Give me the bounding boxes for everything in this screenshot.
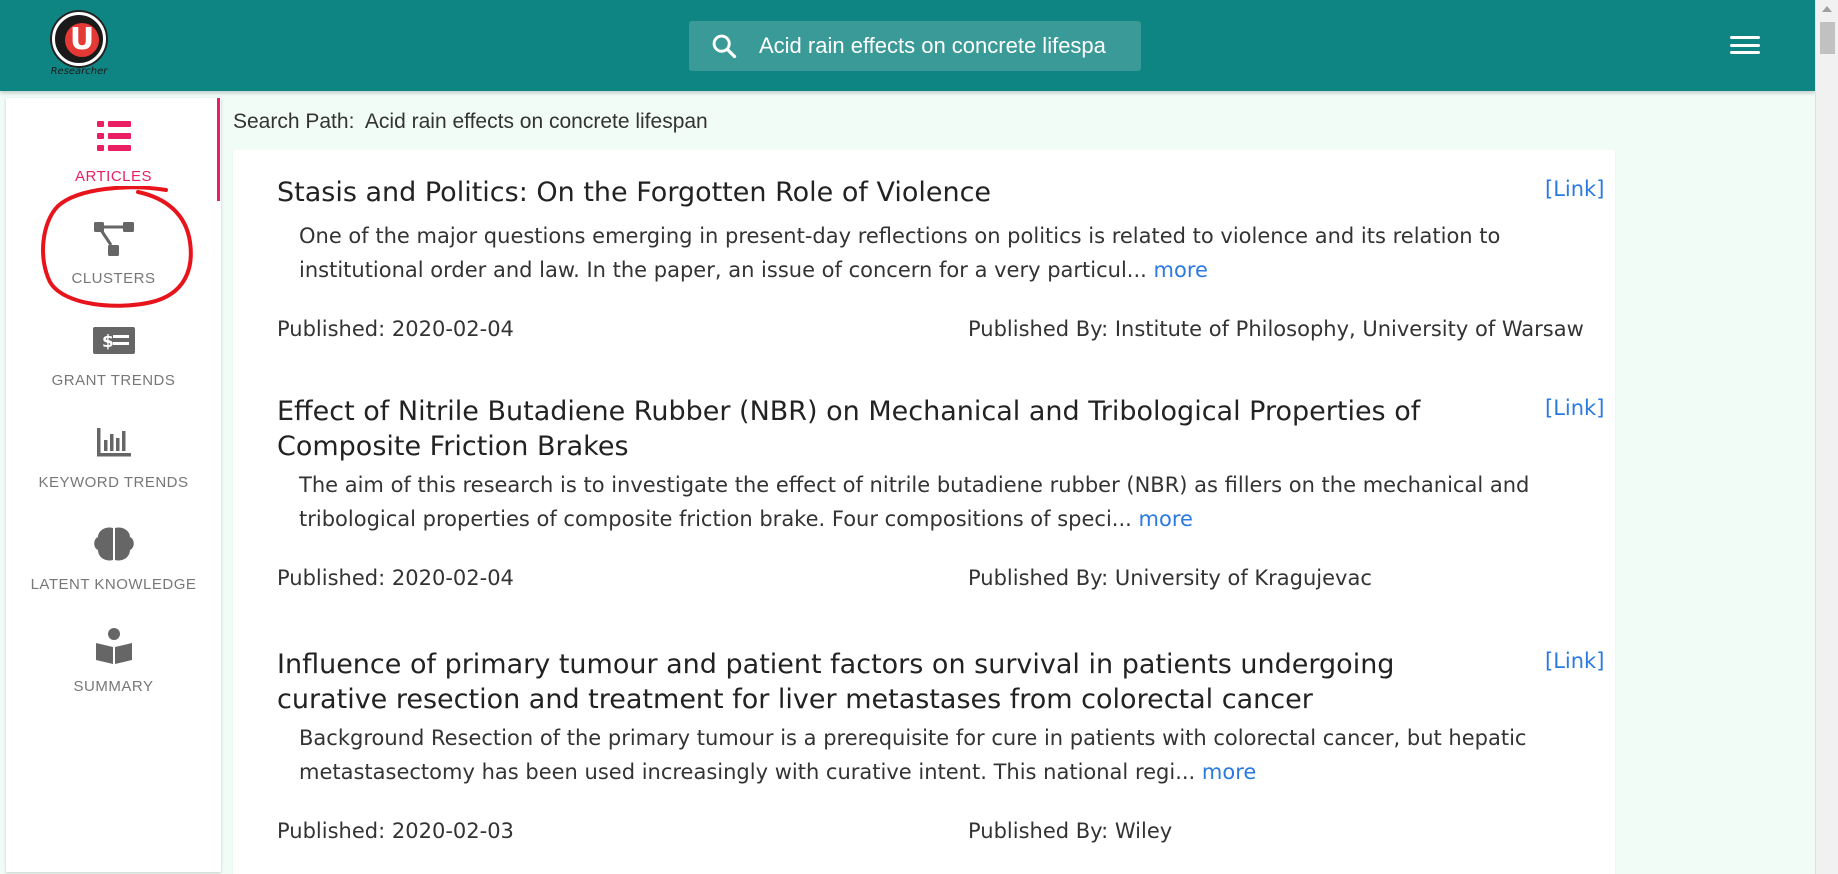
article-title[interactable]: Influence of primary tumour and patient … xyxy=(277,647,1487,717)
sidebar-item-label: SUMMARY xyxy=(73,678,154,695)
sidebar-item-grant-trends[interactable]: $ GRANT TRENDS xyxy=(6,320,221,420)
published-by-value: Wiley xyxy=(1114,819,1173,843)
sidebar-item-label: LATENT KNOWLEDGE xyxy=(30,576,197,593)
sidebar-item-label: ARTICLES xyxy=(74,168,153,185)
more-link[interactable]: more xyxy=(1139,507,1193,531)
logo-letter: U xyxy=(65,23,99,57)
published-value: 2020-02-03 xyxy=(391,819,514,843)
published-by-value: University of Kragujevac xyxy=(1114,566,1372,590)
published-by-label: Published By: xyxy=(968,819,1109,843)
search-input[interactable] xyxy=(759,21,1141,71)
sidebar-item-summary[interactable]: SUMMARY xyxy=(6,626,221,726)
logo-badge: U xyxy=(52,12,106,66)
article-external-link[interactable]: [Link] xyxy=(1545,177,1604,201)
article-external-link[interactable]: [Link] xyxy=(1545,396,1604,420)
published-by: Published By: Wiley xyxy=(968,819,1172,843)
sidebar-item-label: CLUSTERS xyxy=(71,270,156,287)
more-link[interactable]: more xyxy=(1154,258,1208,282)
published-label: Published: xyxy=(277,317,386,341)
published-by: Published By: Institute of Philosophy, U… xyxy=(968,317,1584,341)
sidebar-item-label: GRANT TRENDS xyxy=(51,372,176,389)
sidebar-item-clusters[interactable]: CLUSTERS xyxy=(6,218,221,318)
scroll-up-arrow-icon[interactable] xyxy=(1822,6,1832,12)
published-date: Published: 2020-02-03 xyxy=(277,819,514,843)
published-label: Published: xyxy=(277,566,386,590)
sidebar: ARTICLES CLUSTERS $ GRANT TRENDS KEYWORD… xyxy=(6,98,221,872)
published-by-value: Institute of Philosophy, University of W… xyxy=(1114,317,1584,341)
article-abstract: Background Resection of the primary tumo… xyxy=(299,721,1559,789)
sidebar-item-label: KEYWORD TRENDS xyxy=(38,474,189,491)
more-link[interactable]: more xyxy=(1202,760,1256,784)
search-path-label: Search Path: xyxy=(233,110,355,133)
sidebar-item-latent-knowledge[interactable]: LATENT KNOWLEDGE xyxy=(6,524,221,624)
money-check-icon: $ xyxy=(89,320,139,360)
search-icon[interactable] xyxy=(689,21,759,71)
published-by-label: Published By: xyxy=(968,566,1109,590)
logo-text: Researcher xyxy=(50,66,108,77)
published-value: 2020-02-04 xyxy=(391,566,514,590)
page-scrollbar[interactable] xyxy=(1815,0,1838,874)
published-by-label: Published By: xyxy=(968,317,1109,341)
published-value: 2020-02-04 xyxy=(391,317,514,341)
svg-text:$: $ xyxy=(102,332,114,352)
article-list: Stasis and Politics: On the Forgotten Ro… xyxy=(233,150,1615,874)
article-title[interactable]: Effect of Nitrile Butadiene Rubber (NBR)… xyxy=(277,394,1487,464)
scrollbar-thumb[interactable] xyxy=(1820,22,1835,54)
hamburger-menu-icon[interactable] xyxy=(1726,30,1764,60)
article-title[interactable]: Stasis and Politics: On the Forgotten Ro… xyxy=(277,175,1487,210)
list-icon xyxy=(89,116,139,156)
abstract-text: One of the major questions emerging in p… xyxy=(299,224,1501,282)
published-label: Published: xyxy=(277,819,386,843)
sidebar-item-keyword-trends[interactable]: KEYWORD TRENDS xyxy=(6,422,221,522)
abstract-text: Background Resection of the primary tumo… xyxy=(299,726,1527,784)
sitemap-icon xyxy=(89,218,139,258)
top-app-bar: U Researcher xyxy=(0,0,1815,91)
sidebar-item-articles[interactable]: ARTICLES xyxy=(6,116,221,216)
article-abstract: One of the major questions emerging in p… xyxy=(299,219,1559,287)
published-date: Published: 2020-02-04 xyxy=(277,566,514,590)
search-bar xyxy=(689,21,1141,71)
bar-chart-icon xyxy=(89,422,139,462)
published-by: Published By: University of Kragujevac xyxy=(968,566,1372,590)
search-path: Search Path: Acid rain effects on concre… xyxy=(233,110,708,134)
active-nav-indicator xyxy=(217,98,220,201)
brain-icon xyxy=(89,524,139,564)
published-date: Published: 2020-02-04 xyxy=(277,317,514,341)
abstract-text: The aim of this research is to investiga… xyxy=(299,473,1530,531)
search-path-value: Acid rain effects on concrete lifespan xyxy=(364,110,708,133)
app-logo[interactable]: U Researcher xyxy=(47,12,111,80)
article-abstract: The aim of this research is to investiga… xyxy=(299,468,1559,536)
book-reader-icon xyxy=(89,626,139,666)
article-external-link[interactable]: [Link] xyxy=(1545,649,1604,673)
